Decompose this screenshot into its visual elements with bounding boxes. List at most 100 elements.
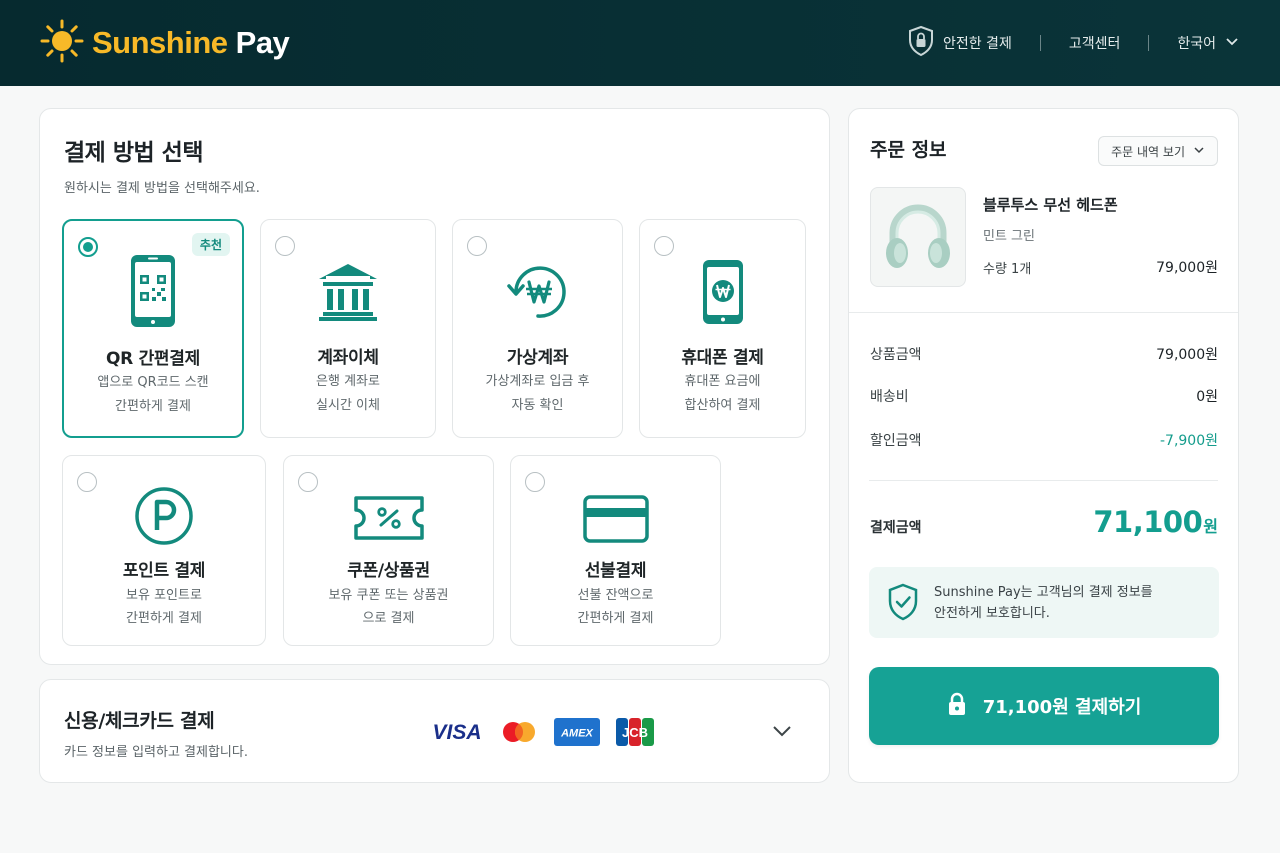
total-amount-number: 71,100 (1093, 505, 1203, 539)
security-notice-line-1: Sunshine Pay는 고객님의 결제 정보를 (934, 585, 1153, 600)
method-qr-desc-1: 앱으로 QR코드 스캔 (97, 375, 209, 390)
method-coupon-desc-1: 보유 쿠폰 또는 상품권 (328, 588, 449, 603)
total-amount-unit: 원 (1203, 517, 1218, 536)
language-label: 한국어 (1177, 36, 1216, 52)
method-coupon[interactable]: 쿠폰/상품권 보유 쿠폰 또는 상품권 으로 결제 (283, 455, 494, 646)
product-name: 블루투스 무선 헤드폰 (983, 196, 1118, 214)
method-virtual-account-desc-1: 가상계좌로 입금 후 (485, 374, 590, 389)
method-mobile[interactable]: 휴대폰 결제 휴대폰 요금에 합산하여 결제 (639, 219, 806, 438)
customer-center-link[interactable]: 고객센터 (1069, 33, 1121, 53)
point-icon (63, 486, 265, 546)
subtotal-value: 79,000원 (1156, 347, 1218, 363)
method-bank-transfer-title: 계좌이체 (317, 348, 379, 368)
total-amount: 71,100원 (1093, 505, 1218, 539)
method-virtual-account[interactable]: 가상계좌 가상계좌로 입금 후 자동 확인 (452, 219, 623, 438)
mobile-won-icon (640, 258, 805, 326)
payment-method-title: 결제 방법 선택 (64, 140, 203, 166)
order-title: 주문 정보 (870, 139, 947, 161)
secure-payment-link[interactable]: 안전한 결제 (907, 25, 1012, 61)
method-mobile-desc-2: 합산하여 결제 (684, 398, 761, 413)
shield-check-icon (887, 583, 919, 625)
card-brand-logos: VISA AMEX JCB (430, 718, 654, 750)
prepaid-card-icon (511, 494, 720, 544)
method-prepaid-radio[interactable] (525, 472, 545, 492)
method-bank-transfer[interactable]: 계좌이체 은행 계좌로 실시간 이체 (260, 219, 436, 438)
amex-logo: AMEX (554, 718, 600, 750)
header-nav: 안전한 결제 고객센터 한국어 (907, 25, 1240, 61)
product-quantity: 수량 1개 (983, 262, 1032, 277)
method-virtual-account-title: 가상계좌 (506, 348, 569, 368)
method-points-title: 포인트 결제 (122, 561, 206, 581)
headphones-icon (886, 204, 950, 268)
language-selector[interactable]: 한국어 (1177, 33, 1240, 53)
bank-icon (261, 262, 435, 322)
method-prepaid-title: 선불결제 (584, 561, 647, 581)
method-qr-desc-2: 간편하게 결제 (115, 399, 191, 414)
method-virtual-account-radio[interactable] (467, 236, 487, 256)
credit-card-title: 신용/체크카드 결제 (64, 710, 215, 732)
pay-button[interactable]: 71,100원 결제하기 (869, 667, 1219, 745)
lock-icon (947, 692, 967, 721)
shipping-label: 배송비 (870, 389, 909, 405)
security-notice-line-2: 안전하게 보호합니다. (934, 606, 1050, 621)
nav-divider (1148, 35, 1150, 51)
method-mobile-radio[interactable] (654, 236, 674, 256)
top-header: Sunshine Pay 안전한 결제 고객센터 한국어 (0, 0, 1280, 86)
divider (869, 480, 1218, 481)
secure-payment-label: 안전한 결제 (942, 36, 1012, 52)
payment-method-section: 결제 방법 선택 원하시는 결제 방법을 선택해주세요. 추천 QR 간편결제 … (39, 108, 830, 665)
credit-card-section[interactable]: 신용/체크카드 결제 카드 정보를 입력하고 결제합니다. VISA AMEX … (39, 679, 830, 783)
method-coupon-title: 쿠폰/상품권 (347, 561, 430, 581)
chevron-down-icon[interactable] (771, 720, 793, 746)
discount-label: 할인금액 (870, 433, 922, 449)
pay-button-label: 71,100원 결제하기 (982, 697, 1142, 718)
shield-lock-icon (907, 25, 935, 61)
view-order-details-label: 주문 내역 보기 (1111, 144, 1185, 159)
customer-center-label: 고객센터 (1068, 36, 1121, 52)
method-coupon-radio[interactable] (298, 472, 318, 492)
method-prepaid-desc-1: 선불 잔액으로 (577, 588, 654, 603)
visa-logo: VISA (430, 721, 484, 747)
divider (849, 312, 1238, 313)
order-summary-panel: 주문 정보 주문 내역 보기 블루투스 무선 헤드폰 민트 그린 수량 1개 7… (848, 108, 1239, 783)
jcb-logo-text: JCB (622, 725, 648, 740)
product-option: 민트 그린 (983, 229, 1035, 244)
method-qr[interactable]: 추천 QR 간편결제 앱으로 QR코드 스캔 간편하게 결제 (62, 219, 244, 438)
security-notice: Sunshine Pay는 고객님의 결제 정보를 안전하게 보호합니다. (869, 567, 1219, 638)
jcb-logo: JCB (616, 718, 654, 750)
method-qr-title: QR 간편결제 (106, 349, 200, 369)
brand-name-part1: Sunshine (92, 25, 228, 60)
chevron-down-icon (1193, 144, 1205, 159)
subtotal-label: 상품금액 (870, 347, 922, 363)
method-points-desc-1: 보유 포인트로 (126, 588, 202, 603)
security-notice-text: Sunshine Pay는 고객님의 결제 정보를 안전하게 보호합니다. (934, 582, 1194, 624)
method-coupon-desc-2: 으로 결제 (362, 611, 415, 626)
credit-card-subtitle: 카드 정보를 입력하고 결제합니다. (64, 745, 248, 760)
method-prepaid[interactable]: 선불결제 선불 잔액으로 간편하게 결제 (510, 455, 721, 646)
product-image (870, 187, 966, 287)
brand-logo[interactable]: Sunshine Pay (40, 19, 290, 67)
method-mobile-title: 휴대폰 결제 (681, 348, 764, 368)
shipping-value: 0원 (1196, 389, 1218, 405)
won-refresh-icon (453, 260, 622, 324)
method-bank-transfer-radio[interactable] (275, 236, 295, 256)
coupon-icon (284, 494, 493, 542)
discount-value: -7,900원 (1159, 433, 1218, 449)
method-points-desc-2: 간편하게 결제 (126, 611, 202, 626)
product-price: 79,000원 (1156, 260, 1218, 276)
qr-phone-icon (64, 253, 242, 329)
amex-logo-text: AMEX (560, 728, 593, 740)
nav-divider (1039, 35, 1041, 51)
method-virtual-account-desc-2: 자동 확인 (511, 398, 564, 413)
chevron-down-icon (1224, 33, 1240, 53)
view-order-details-button[interactable]: 주문 내역 보기 (1098, 136, 1218, 166)
method-prepaid-desc-2: 간편하게 결제 (577, 611, 654, 626)
visa-logo-text: VISA (432, 721, 481, 743)
mastercard-logo (500, 720, 538, 748)
payment-method-subtitle: 원하시는 결제 방법을 선택해주세요. (64, 181, 260, 196)
sun-icon (40, 19, 84, 67)
total-label: 결제금액 (870, 520, 922, 536)
method-points[interactable]: 포인트 결제 보유 포인트로 간편하게 결제 (62, 455, 266, 646)
brand-name: Sunshine Pay (92, 25, 290, 61)
method-mobile-desc-1: 휴대폰 요금에 (684, 374, 761, 389)
